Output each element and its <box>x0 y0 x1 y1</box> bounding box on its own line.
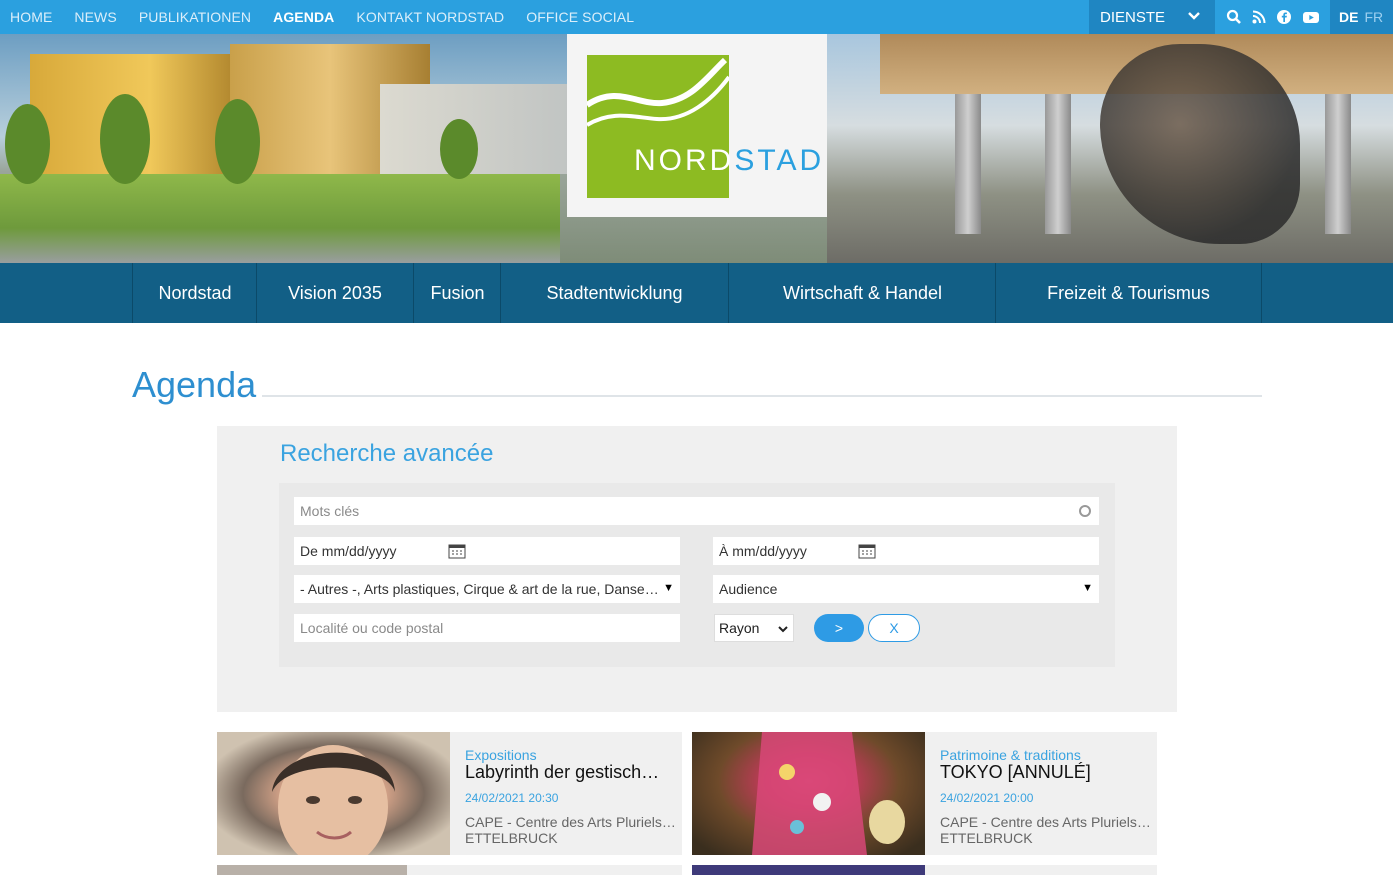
event-title[interactable]: TOKYO [ANNULÉ] <box>940 762 1154 783</box>
lang-fr[interactable]: FR <box>1364 9 1383 25</box>
main-nav-fusion[interactable]: Fusion <box>413 263 501 323</box>
main-nav-label: Fusion <box>430 282 485 303</box>
hero-column <box>1325 94 1351 234</box>
audience-select[interactable]: Audience ▼ <box>713 575 1099 603</box>
main-nav-nordstad[interactable]: Nordstad <box>132 263 257 323</box>
main-nav-label: Nordstad <box>158 282 232 303</box>
top-nav-home[interactable]: HOME <box>10 9 52 25</box>
logo-text-nord: NORD <box>634 144 735 177</box>
top-nav-kontakt[interactable]: KONTAKT NORDSTAD <box>356 9 504 25</box>
dropdown-arrow-icon: ▼ <box>663 582 674 594</box>
event-card[interactable]: Expositions Labyrinth der gestisch… 24/0… <box>217 732 682 855</box>
clear-circle-icon[interactable] <box>1079 505 1091 517</box>
main-nav: Nordstad Vision 2035 Fusion Stadtentwick… <box>0 263 1393 323</box>
top-nav-publikationen[interactable]: PUBLIKATIONEN <box>139 9 251 25</box>
event-card-partial[interactable] <box>217 865 682 875</box>
dropdown-arrow-icon: ▼ <box>1082 582 1093 594</box>
search-reset-button[interactable]: X <box>868 614 920 642</box>
calendar-icon[interactable] <box>448 543 466 559</box>
kimono-photo <box>752 732 905 855</box>
main-nav-freizeit[interactable]: Freizeit & Tourismus <box>995 263 1262 323</box>
hero-lawn <box>0 174 560 263</box>
event-category: Patrimoine & traditions <box>940 747 1081 763</box>
event-date: 24/02/2021 20:30 <box>465 791 559 805</box>
event-date: 24/02/2021 20:00 <box>940 791 1034 805</box>
event-title[interactable]: Labyrinth der gestisch… <box>465 762 679 783</box>
title-divider <box>262 395 1262 397</box>
date-to-input[interactable]: À mm/dd/yyyy <box>713 537 1099 565</box>
main-nav-stadtentwicklung[interactable]: Stadtentwicklung <box>500 263 728 323</box>
logo-text-stad: STAD <box>734 144 825 177</box>
category-select-value: - Autres -, Arts plastiques, Cirque & ar… <box>300 581 662 597</box>
main-nav-wirtschaft[interactable]: Wirtschaft & Handel <box>728 263 996 323</box>
event-city: ETTELBRUCK <box>465 830 558 846</box>
top-nav-office-social[interactable]: OFFICE SOCIAL <box>526 9 634 25</box>
hero-column <box>955 94 981 234</box>
portrait-photo <box>272 745 395 855</box>
hero-tree <box>100 94 150 184</box>
chevron-down-icon <box>1188 12 1200 20</box>
event-city: ETTELBRUCK <box>940 830 1033 846</box>
chevron-down-icon <box>778 626 788 633</box>
hero-column <box>1045 94 1071 234</box>
date-from-input[interactable]: De mm/dd/yyyy <box>294 537 680 565</box>
hero-building <box>380 84 580 174</box>
radius-select[interactable]: Rayon <box>714 614 794 642</box>
date-to-placeholder: À mm/dd/yyyy <box>719 543 807 559</box>
event-image <box>217 732 450 855</box>
audience-select-value: Audience <box>719 581 778 597</box>
advanced-search-title: Recherche avancée <box>280 440 494 467</box>
keywords-placeholder: Mots clés <box>300 503 360 519</box>
lang-de[interactable]: DE <box>1339 9 1358 25</box>
language-switcher: DE FR <box>1330 0 1393 34</box>
event-image <box>692 732 925 855</box>
youtube-icon[interactable] <box>1302 10 1320 24</box>
event-place: CAPE - Centre des Arts Pluriels … <box>465 814 679 830</box>
calendar-icon[interactable] <box>858 543 876 559</box>
dienste-dropdown[interactable]: DIENSTE <box>1089 0 1215 34</box>
event-place: CAPE - Centre des Arts Pluriels … <box>940 814 1154 830</box>
event-image <box>217 865 407 875</box>
main-nav-label: Wirtschaft & Handel <box>782 282 943 303</box>
location-input[interactable]: Localité ou code postal <box>294 614 680 642</box>
logo-text: NORDSTAD <box>634 144 824 178</box>
location-placeholder: Localité ou code postal <box>300 620 444 636</box>
dienste-label: DIENSTE <box>1100 8 1166 26</box>
radius-select-value: Rayon <box>719 620 760 636</box>
search-submit-button[interactable]: > <box>814 614 864 642</box>
hero-tree <box>215 99 260 184</box>
facebook-icon[interactable] <box>1276 9 1292 25</box>
social-icons <box>1220 0 1324 34</box>
category-select[interactable]: - Autres -, Arts plastiques, Cirque & ar… <box>294 575 680 603</box>
page-title: Agenda <box>132 364 257 405</box>
rss-icon[interactable] <box>1252 10 1266 24</box>
top-nav-agenda[interactable]: AGENDA <box>273 9 334 25</box>
top-nav: HOME NEWS PUBLIKATIONEN AGENDA KONTAKT N… <box>0 0 646 34</box>
event-card[interactable]: Patrimoine & traditions TOKYO [ANNULÉ] 2… <box>692 732 1157 855</box>
event-card-partial[interactable] <box>692 865 1157 875</box>
search-icon[interactable] <box>1226 9 1242 25</box>
event-category: Expositions <box>465 747 537 763</box>
main-nav-label: Freizeit & Tourismus <box>1047 282 1210 303</box>
keywords-input[interactable]: Mots clés <box>294 497 1099 525</box>
top-nav-news[interactable]: NEWS <box>74 9 116 25</box>
hero-tree <box>440 119 478 179</box>
main-nav-label: Stadtentwicklung <box>546 282 683 303</box>
event-image <box>692 865 925 875</box>
date-from-placeholder: De mm/dd/yyyy <box>300 543 397 559</box>
main-nav-vision-2035[interactable]: Vision 2035 <box>256 263 413 323</box>
hero-tree <box>5 104 50 184</box>
main-nav-label: Vision 2035 <box>288 282 382 303</box>
